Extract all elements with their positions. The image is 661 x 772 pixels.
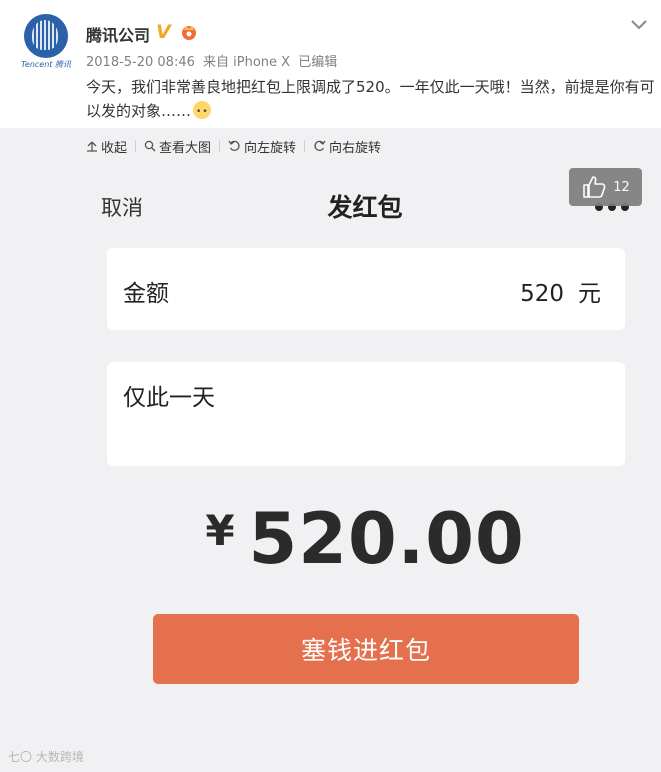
watermark: 七〇 大数跨境: [8, 750, 84, 764]
post-source: 来自 iPhone X: [203, 55, 291, 70]
vip-crown-icon: [182, 26, 196, 40]
amount-label: 金额: [123, 281, 169, 307]
amount-row[interactable]: 金额 520 元: [107, 248, 625, 330]
post-text: 今天，我们非常善良地把红包上限调成了520。一年仅此一天哦！当然，前提是你有可以…: [86, 75, 656, 124]
smile-emoji-icon: [193, 100, 212, 124]
amount-field[interactable]: 520 元: [520, 274, 601, 308]
like-button[interactable]: 12: [569, 168, 642, 206]
rotate-left-label: 向左旋转: [244, 140, 297, 156]
view-large-button[interactable]: 查看大图: [144, 137, 211, 156]
toolbar-divider: [135, 140, 137, 152]
collapse-label: 收起: [101, 140, 128, 156]
post-body-text: 今天，我们非常善良地把红包上限调成了520。一年仅此一天哦！当然，前提是你有可以…: [86, 78, 655, 120]
total-amount: ¥520.00: [0, 498, 661, 580]
post-timestamp[interactable]: 2018-5-20 08:46: [86, 55, 195, 70]
user-name-link[interactable]: 腾讯公司: [86, 22, 150, 46]
image-toolbar: 收起 查看大图 向左旋转 向右旋转: [86, 136, 381, 156]
avatar-caption: Tencent 腾讯: [21, 60, 71, 69]
rotate-left-icon: [228, 140, 240, 151]
amount-value: 520: [520, 281, 564, 307]
total-value: 520.00: [248, 498, 525, 580]
page-title: 发红包: [327, 193, 403, 222]
rotate-right-button[interactable]: 向右旋转: [313, 137, 381, 156]
currency-symbol: ¥: [205, 506, 235, 555]
collapse-icon: [87, 141, 97, 152]
thumbs-up-icon: [583, 176, 606, 198]
edited-label[interactable]: 已编辑: [298, 55, 337, 70]
message-text: 仅此一天: [123, 385, 215, 411]
toolbar-divider: [219, 140, 221, 152]
send-red-packet-button[interactable]: 塞钱进红包: [153, 614, 579, 684]
message-field[interactable]: 仅此一天: [107, 362, 625, 466]
rotate-right-icon: [314, 140, 326, 151]
like-count: 12: [613, 179, 630, 195]
toolbar-divider: [304, 140, 306, 152]
post-meta: 2018-5-20 08:46 来自 iPhone X 已编辑: [86, 51, 341, 70]
verified-badge-icon: V: [156, 21, 171, 43]
rotate-left-button[interactable]: 向左旋转: [228, 137, 296, 156]
view-large-label: 查看大图: [159, 140, 212, 156]
avatar[interactable]: Tencent 腾讯: [21, 14, 71, 72]
chevron-down-icon[interactable]: [628, 16, 650, 34]
amount-unit: 元: [578, 281, 601, 307]
tencent-logo-icon: [24, 14, 68, 58]
search-icon: [144, 140, 156, 152]
collapse-button[interactable]: 收起: [86, 137, 127, 156]
rotate-right-label: 向右旋转: [329, 140, 382, 156]
